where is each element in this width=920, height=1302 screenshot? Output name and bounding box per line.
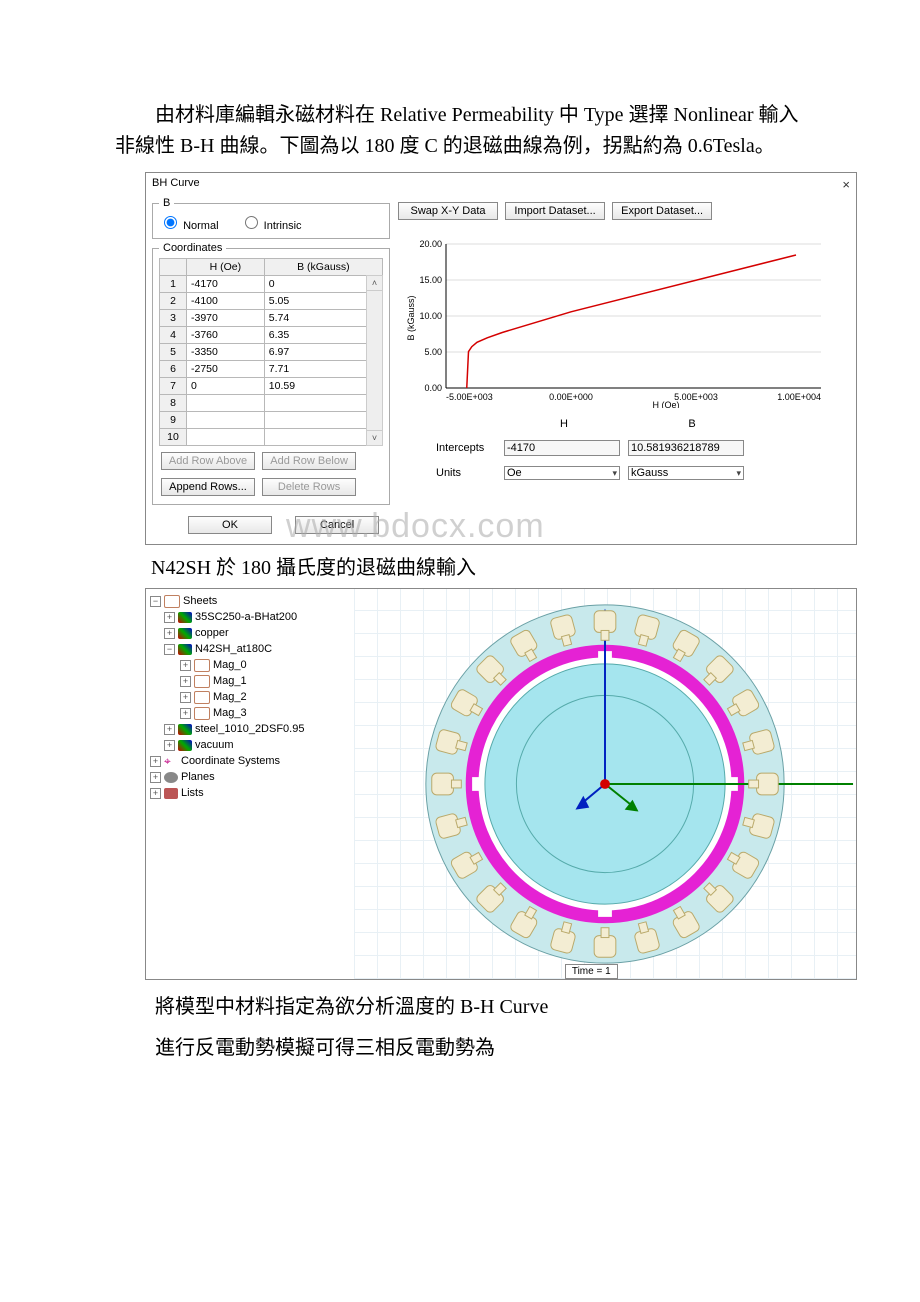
tree-node-mag[interactable]: Mag_1 [213,675,247,687]
figure-caption-1: N42SH 於 180 攝氏度的退磁曲線輸入 [151,551,810,580]
svg-text:15.00: 15.00 [419,275,442,285]
table-row: 8 [160,395,383,412]
tree-node-material[interactable]: copper [195,627,229,639]
table-row: 9 [160,412,383,429]
append-rows-button[interactable]: Append Rows... [161,478,255,496]
col-h-header: H (Oe) [187,259,265,276]
coordinates-legend: Coordinates [159,242,226,254]
tree-node-planes[interactable]: Planes [181,771,215,783]
table-row: 3-39705.74 [160,310,383,327]
import-dataset-button[interactable]: Import Dataset... [505,202,605,220]
svg-text:20.00: 20.00 [419,239,442,249]
bh-curve-dialog: BH Curve × B Normal Intrinsic Coordinate… [145,172,857,545]
swap-xy-button[interactable]: Swap X-Y Data [398,202,498,220]
tree-node-material[interactable]: 35SC250-a-BHat200 [195,611,297,623]
intercepts-label: Intercepts [436,442,496,454]
svg-text:10.00: 10.00 [419,311,442,321]
intercept-b-field[interactable] [628,440,744,456]
b-fieldset: B Normal Intrinsic [152,197,390,239]
model-viewport[interactable]: Time = 1 [354,589,856,979]
tree-node-mag[interactable]: Mag_3 [213,707,247,719]
radio-normal[interactable]: Normal [159,220,219,232]
tree-node-mag[interactable]: Mag_2 [213,691,247,703]
delete-rows-button[interactable]: Delete Rows [262,478,356,496]
intercept-b-header: B [632,418,752,430]
tree-node-material[interactable]: N42SH_at180C [195,643,272,655]
bh-curve-chart: 0.00 5.00 10.00 15.00 20.00 -5.00E+003 0… [406,228,826,408]
bh-curve-line [467,255,796,388]
svg-text:0.00: 0.00 [424,383,442,393]
svg-text:5.00: 5.00 [424,347,442,357]
chevron-down-icon: ▾ [736,468,741,479]
table-row: 2-41005.05 [160,293,383,310]
svg-text:H (Oe): H (Oe) [653,400,680,408]
intercept-h-header: H [504,418,624,430]
col-b-header: B (kGauss) [264,259,382,276]
tree-node-sheets[interactable]: Sheets [183,595,217,607]
ok-button[interactable]: OK [188,516,272,534]
chevron-down-icon: ▾ [612,468,617,479]
add-row-above-button[interactable]: Add Row Above [161,452,255,470]
coordinates-fieldset: Coordinates H (Oe) B (kGauss) 1-41700 2-… [152,242,390,505]
paragraph-3: 進行反電動勢模擬可得三相反電動勢為 [115,1033,810,1064]
unit-b-select[interactable]: kGauss▾ [628,466,744,480]
svg-text:1.00E+004: 1.00E+004 [777,392,821,402]
svg-text:-5.00E+003: -5.00E+003 [446,392,493,402]
tree-node-material[interactable]: steel_1010_2DSF0.95 [195,723,304,735]
chevron-down-icon[interactable]: ˅ [367,430,382,445]
tree-node-mag[interactable]: Mag_0 [213,659,247,671]
coordinates-table[interactable]: H (Oe) B (kGauss) 1-41700 2-41005.05 3-3… [159,258,383,446]
units-label: Units [436,467,496,479]
tree-node-lists[interactable]: Lists [181,787,204,799]
intercept-h-field[interactable] [504,440,620,456]
cancel-button[interactable]: Cancel [295,516,379,534]
chevron-up-icon[interactable]: ˄ [367,276,382,291]
svg-text:B (kGauss): B (kGauss) [406,295,416,340]
model-tree[interactable]: −Sheets +35SC250-a-BHat200 +copper −N42S… [146,589,354,979]
unit-h-select[interactable]: Oe▾ [504,466,620,480]
export-dataset-button[interactable]: Export Dataset... [612,202,712,220]
radio-intrinsic[interactable]: Intrinsic [240,220,302,232]
svg-text:5.00E+003: 5.00E+003 [674,392,718,402]
add-row-below-button[interactable]: Add Row Below [262,452,356,470]
table-row: 10 [160,429,383,446]
table-row: 7010.59 [160,378,383,395]
svg-text:0.00E+000: 0.00E+000 [549,392,593,402]
table-row: 4-37606.35 [160,327,383,344]
tree-node-coordinate-systems[interactable]: Coordinate Systems [181,755,280,767]
b-legend: B [159,197,174,209]
tree-node-material[interactable]: vacuum [195,739,234,751]
time-indicator: Time = 1 [565,964,618,979]
dialog-title: BH Curve [152,177,200,192]
table-row: 5-33506.97 [160,344,383,361]
table-scrollbar[interactable]: ˄ ˅ [366,275,383,446]
paragraph-2: 將模型中材料指定為欲分析溫度的 B-H Curve [115,992,810,1023]
table-row: 6-27507.71 [160,361,383,378]
close-icon[interactable]: × [842,177,850,192]
intro-paragraph: 由材料庫編輯永磁材料在 Relative Permeability 中 Type… [115,100,810,162]
model-window: −Sheets +35SC250-a-BHat200 +copper −N42S… [145,588,857,980]
table-row: 1-41700 [160,276,383,293]
